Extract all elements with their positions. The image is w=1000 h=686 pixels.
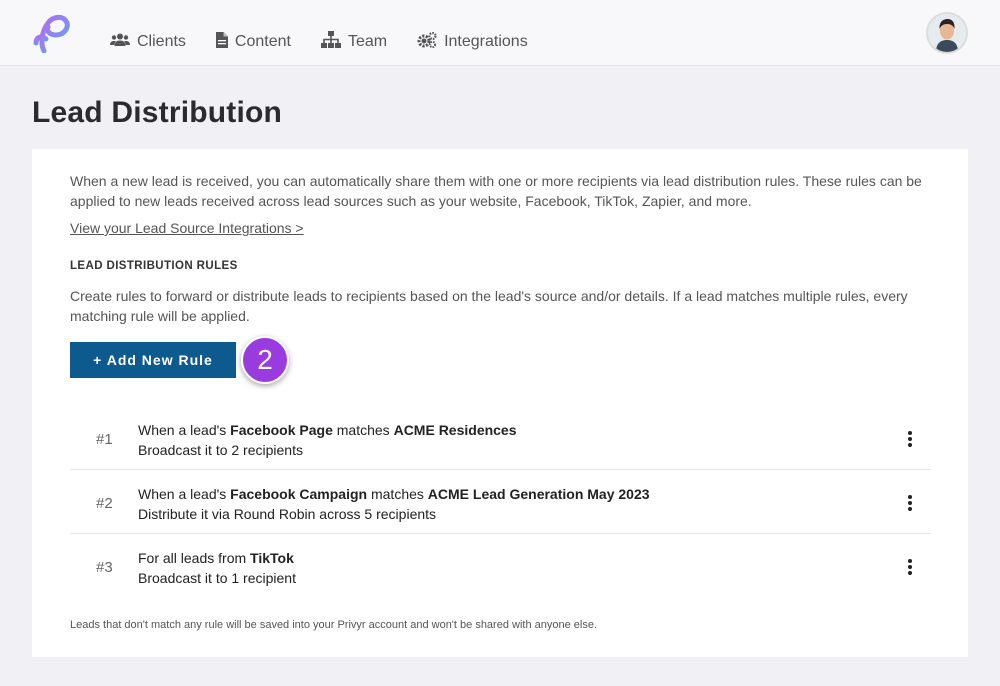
user-avatar[interactable]: [926, 12, 968, 54]
rule-field: Facebook Campaign: [230, 486, 368, 502]
rule-condition: For all leads from TikTok: [138, 548, 296, 568]
more-options-icon[interactable]: [905, 472, 915, 534]
lead-distribution-card: When a new lead is received, you can aut…: [32, 149, 968, 657]
rule-condition-text: matches: [332, 422, 394, 438]
rule-condition: When a lead's Facebook Campaign matches …: [138, 484, 650, 504]
nav-item-team[interactable]: Team: [320, 31, 388, 53]
main-nav: Clients Content Team Integrations: [110, 0, 558, 84]
nav-item-clients[interactable]: Clients: [110, 32, 186, 53]
rule-number: #1: [96, 430, 113, 448]
nav-label-content: Content: [234, 33, 291, 50]
intro-text: When a new lead is received, you can aut…: [70, 173, 922, 209]
rule-number: #2: [96, 494, 113, 512]
add-new-rule-button[interactable]: + Add New Rule: [70, 342, 236, 378]
rule-description: When a lead's Facebook Campaign matches …: [138, 484, 650, 524]
rule-condition-text: For all leads from: [138, 550, 251, 566]
footer-note: Leads that don't match any rule will be …: [70, 619, 598, 631]
nav-label-clients: Clients: [137, 33, 186, 50]
rule-condition-text: When a lead's: [138, 486, 231, 502]
rule-row[interactable]: #3 For all leads from TikTok Broadcast i…: [70, 536, 931, 598]
rule-action: Distribute it via Round Robin across 5 r…: [138, 506, 437, 522]
rule-field: Facebook Page: [230, 422, 333, 438]
top-navigation-bar: Clients Content Team Integrations: [0, 0, 1000, 66]
rule-description: When a lead's Facebook Page matches ACME…: [138, 420, 517, 460]
rule-description: For all leads from TikTok Broadcast it t…: [138, 548, 296, 588]
rule-row[interactable]: #1 When a lead's Facebook Page matches A…: [70, 408, 931, 470]
nav-item-content[interactable]: Content: [215, 31, 291, 53]
rule-action: Broadcast it to 2 recipients: [138, 442, 303, 458]
users-icon: [110, 32, 137, 53]
step-number-badge: 2: [241, 336, 289, 384]
rule-row[interactable]: #2 When a lead's Facebook Campaign match…: [70, 472, 931, 534]
more-options-icon[interactable]: [905, 536, 915, 598]
sitemap-icon: [320, 31, 348, 53]
rules-section-heading: LEAD DISTRIBUTION RULES: [70, 260, 238, 272]
rule-value: ACME Lead Generation May 2023: [427, 486, 650, 502]
document-icon: [215, 31, 235, 53]
integrations-link[interactable]: View your Lead Source Integrations >: [70, 220, 304, 236]
privyr-logo[interactable]: [30, 13, 72, 54]
nav-label-integrations: Integrations: [444, 33, 528, 50]
rule-action: Broadcast it to 1 recipient: [138, 570, 296, 586]
gears-icon: [417, 31, 444, 53]
rule-field: TikTok: [250, 550, 294, 566]
nav-item-integrations[interactable]: Integrations: [417, 31, 528, 53]
more-options-icon[interactable]: [905, 408, 915, 470]
rule-number: #3: [96, 558, 113, 576]
nav-label-team: Team: [347, 33, 388, 50]
rules-description: Create rules to forward or distribute le…: [70, 288, 908, 324]
rule-condition: When a lead's Facebook Page matches ACME…: [138, 420, 517, 440]
rule-condition-text: matches: [367, 486, 428, 502]
page-title: Lead Distribution: [32, 96, 283, 129]
rule-value: ACME Residences: [393, 422, 517, 438]
rule-condition-text: When a lead's: [138, 422, 231, 438]
